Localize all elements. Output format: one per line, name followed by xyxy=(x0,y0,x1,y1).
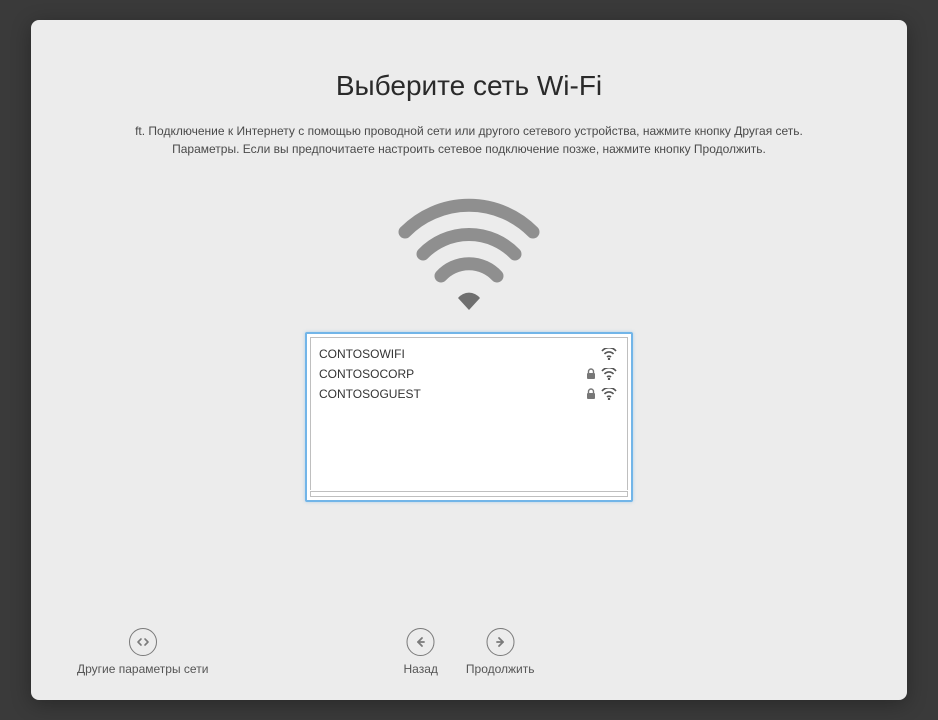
network-item[interactable]: CONTOSOWIFI xyxy=(319,344,619,364)
wifi-icon xyxy=(389,188,549,318)
back-label: Назад xyxy=(404,662,438,676)
other-options-label: Другие параметры сети xyxy=(77,662,208,676)
arrow-right-icon xyxy=(486,628,514,656)
setup-window: Выберите сеть Wi-Fi ft. Подключение к Ин… xyxy=(31,20,907,700)
wifi-icon-large xyxy=(31,188,907,318)
page-title: Выберите сеть Wi-Fi xyxy=(31,70,907,102)
network-list-inner: CONTOSOWIFI CONTOSOCORP CONT xyxy=(311,338,627,410)
network-item[interactable]: CONTOSOCORP xyxy=(319,364,619,384)
network-name: CONTOSOCORP xyxy=(319,367,583,381)
continue-label: Продолжить xyxy=(466,662,535,676)
wifi-signal-icon xyxy=(599,348,619,360)
ellipsis-code-icon xyxy=(129,628,157,656)
subtitle-line-2: Параметры. Если вы предпочитаете настрои… xyxy=(172,142,766,156)
network-name: CONTOSOWIFI xyxy=(319,347,583,361)
other-network-options-button[interactable]: Другие параметры сети xyxy=(77,628,208,676)
arrow-left-icon xyxy=(407,628,435,656)
wifi-signal-icon xyxy=(599,368,619,380)
lock-icon xyxy=(583,368,599,380)
wifi-signal-icon xyxy=(599,388,619,400)
subtitle-line-1: ft. Подключение к Интернету с помощью пр… xyxy=(135,124,803,138)
network-item[interactable]: CONTOSOGUEST xyxy=(319,384,619,404)
continue-button[interactable]: Продолжить xyxy=(466,628,535,676)
page-subtitle: ft. Подключение к Интернету с помощью пр… xyxy=(91,122,847,158)
list-footer-bar xyxy=(310,491,628,497)
wifi-network-list[interactable]: CONTOSOWIFI CONTOSOCORP CONT xyxy=(305,332,633,502)
back-button[interactable]: Назад xyxy=(404,628,438,676)
lock-icon xyxy=(583,388,599,400)
footer-nav: Другие параметры сети Назад Продолжить xyxy=(31,628,907,676)
network-name: CONTOSOGUEST xyxy=(319,387,583,401)
